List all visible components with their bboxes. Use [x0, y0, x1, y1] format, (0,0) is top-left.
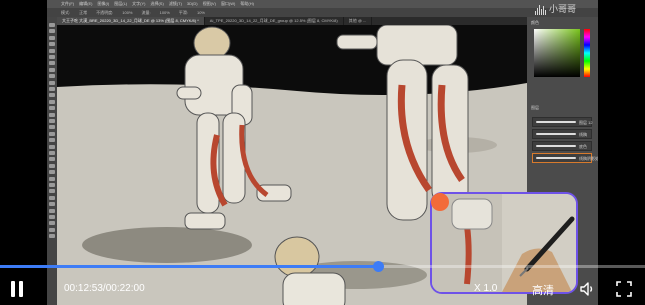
layer-thumbnail	[536, 133, 576, 135]
ps-tool-icon[interactable]	[49, 29, 55, 34]
layer-row[interactable]: 线稿阴影处理	[532, 153, 598, 163]
ps-tool-icon[interactable]	[49, 106, 55, 111]
ps-tool-icon[interactable]	[49, 208, 55, 213]
ps-menu-item[interactable]: 3D(D)	[187, 0, 198, 8]
ps-menu-item[interactable]: 选择(S)	[150, 0, 163, 8]
ps-tool-icon[interactable]	[49, 202, 55, 207]
ps-option[interactable]: 流量:	[141, 8, 150, 17]
ps-tool-icon[interactable]	[49, 42, 55, 47]
watermark-text: 小哥哥	[549, 4, 577, 14]
ps-tool-icon[interactable]	[49, 170, 55, 175]
ps-option[interactable]: 100%	[122, 8, 132, 17]
layer-thumbnail	[536, 157, 576, 159]
ps-document-tabs: 大王子吃 大漠_BRE_20220_3D_14_22_月球_DE @ 13% (…	[57, 17, 527, 25]
ps-tool-icon[interactable]	[49, 221, 55, 226]
layer-name: 图层 12	[579, 120, 593, 125]
progress-bar[interactable]	[0, 261, 645, 272]
ps-menu-item[interactable]: 帮助(H)	[240, 0, 254, 8]
ps-tool-icon[interactable]	[49, 183, 55, 187]
ps-options-bar: 模式: 正常 不透明度: 100% 流量: 100% 平滑: 10%	[47, 8, 598, 17]
ps-option[interactable]: 正常	[79, 8, 87, 17]
ps-tool-icon[interactable]	[49, 227, 55, 232]
volume-icon[interactable]	[579, 281, 595, 297]
ps-menu-item[interactable]: 视图(V)	[203, 0, 216, 8]
fullscreen-icon[interactable]	[616, 281, 632, 297]
ps-tool-icon[interactable]	[49, 157, 55, 162]
ps-option[interactable]: 模式:	[61, 8, 70, 17]
layer-name: 底色	[579, 144, 587, 149]
layer-thumbnail	[536, 145, 576, 147]
ps-document-tab[interactable]: Ai_TPE_20220_3D_14_22_月球_DE_group @ 12.5…	[205, 17, 344, 25]
ps-tool-icon[interactable]	[49, 55, 55, 59]
layer-row[interactable]: 图层 12	[532, 117, 593, 127]
ps-menu-item[interactable]: 滤镜(T)	[169, 0, 182, 8]
ps-tool-icon[interactable]	[49, 87, 55, 91]
ps-tool-icon[interactable]	[49, 23, 55, 27]
ps-menu-item[interactable]: 编辑(E)	[79, 0, 92, 8]
ps-tool-icon[interactable]	[49, 119, 55, 123]
ps-menu-item[interactable]: 文字(Y)	[132, 0, 145, 8]
progress-fill	[0, 265, 378, 268]
ps-tool-icon[interactable]	[49, 74, 55, 79]
ps-tool-icon[interactable]	[49, 61, 55, 66]
ps-option[interactable]: 100%	[160, 8, 170, 17]
ps-tool-icon[interactable]	[49, 234, 55, 239]
ps-tool-icon[interactable]	[49, 163, 55, 168]
ps-option[interactable]: 不透明度:	[96, 8, 113, 17]
layer-row[interactable]: 底色	[532, 141, 592, 151]
ps-tool-icon[interactable]	[49, 151, 55, 155]
soundbars-icon	[535, 4, 547, 15]
ps-tool-icon[interactable]	[49, 112, 55, 117]
playback-speed-button[interactable]: X 1.0	[474, 283, 497, 294]
ps-tool-icon[interactable]	[49, 189, 55, 194]
orange-marker-dot	[431, 193, 449, 211]
ps-tool-icon[interactable]	[49, 93, 55, 98]
layer-name: 线稿	[579, 132, 587, 137]
ps-tool-icon[interactable]	[49, 176, 55, 181]
ps-tool-icon[interactable]	[49, 138, 55, 143]
ps-tool-icon[interactable]	[49, 195, 55, 200]
pause-icon[interactable]	[10, 281, 24, 297]
ps-tool-icon[interactable]	[49, 35, 55, 40]
player-controls: 00:12:53/00:22:00 X 1.0 高清	[0, 271, 645, 305]
layer-name: 线稿阴影处理	[579, 156, 598, 161]
ps-document-tab[interactable]: 大王子吃 大漠_BRE_20220_3D_14_22_月球_DE @ 13% (…	[57, 17, 205, 25]
ps-option[interactable]: 10%	[197, 8, 205, 17]
ps-tool-icon[interactable]	[49, 125, 55, 130]
layer-row[interactable]: 线稿	[532, 129, 592, 139]
quality-button[interactable]: 高清	[532, 282, 554, 298]
time-display: 00:12:53/00:22:00	[64, 283, 145, 294]
ps-tool-icon[interactable]	[49, 144, 55, 149]
ps-tool-icon[interactable]	[49, 80, 55, 85]
ps-tool-icon[interactable]	[49, 67, 55, 72]
ps-menu-item[interactable]: 窗口(W)	[221, 0, 235, 8]
color-picker-field[interactable]	[534, 29, 580, 77]
layers-panel-label: 图层	[531, 105, 539, 110]
ps-tool-icon[interactable]	[49, 131, 55, 136]
ps-menu-item[interactable]: 图层(L)	[114, 0, 127, 8]
ps-tool-icon[interactable]	[49, 48, 55, 53]
hue-slider[interactable]	[584, 29, 590, 77]
ps-menu-item[interactable]: 图像(I)	[97, 0, 109, 8]
layer-thumbnail	[536, 121, 576, 123]
ps-option[interactable]: 平滑:	[179, 8, 188, 17]
ps-tool-icon[interactable]	[49, 99, 55, 104]
ps-toolbox	[47, 17, 57, 305]
watermark: 小哥哥	[535, 2, 576, 15]
color-panel-label: 颜色	[531, 20, 539, 25]
ps-document-tab[interactable]: 其他 @ ...	[344, 17, 373, 25]
ps-tool-icon[interactable]	[49, 215, 55, 219]
ps-menu-item[interactable]: 文件(F)	[61, 0, 74, 8]
ps-menu-bar: 文件(F) 编辑(E) 图像(I) 图层(L) 文字(Y) 选择(S) 滤镜(T) 3D(D)…	[47, 0, 598, 8]
